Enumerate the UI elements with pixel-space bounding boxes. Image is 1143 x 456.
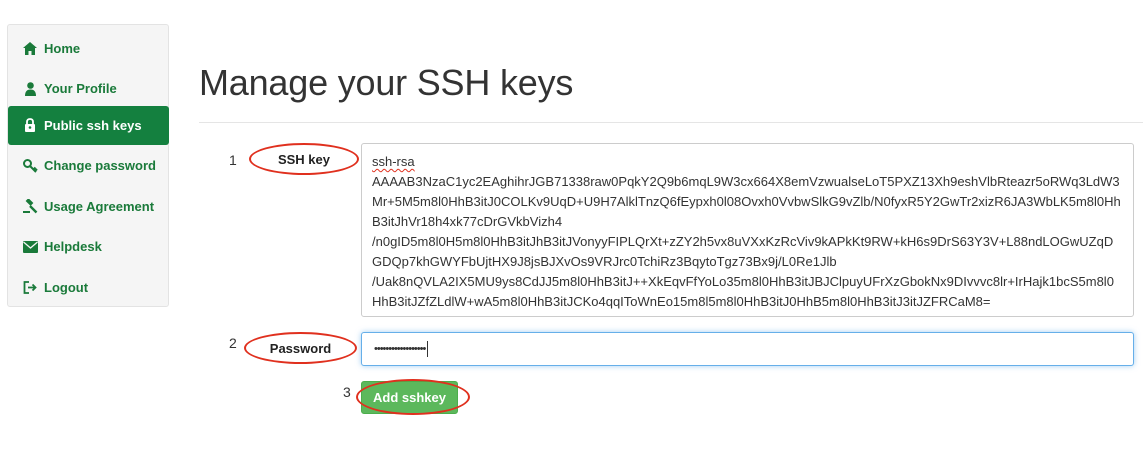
sidebar-item-label: Change password xyxy=(44,158,156,173)
sign-out-icon xyxy=(22,280,38,296)
text-caret xyxy=(427,341,429,357)
ssh-key-textarea[interactable]: ssh-rsa AAAAB3NzaC1yc2EAghihrJGB71338raw… xyxy=(361,143,1134,317)
add-sshkey-button[interactable]: Add sshkey xyxy=(361,381,458,414)
gavel-icon xyxy=(22,199,38,215)
sidebar-item-change-password[interactable]: Change password xyxy=(8,146,168,185)
sidebar-item-label: Your Profile xyxy=(44,81,117,96)
key-lock-icon xyxy=(22,118,38,134)
sidebar-item-label: Helpdesk xyxy=(44,239,102,254)
ssh-key-label: SSH key xyxy=(249,143,359,175)
sidebar-item-profile[interactable]: Your Profile xyxy=(8,69,168,108)
key-icon xyxy=(22,158,38,174)
title-divider xyxy=(199,122,1143,123)
sidebar-item-label: Logout xyxy=(44,280,89,295)
envelope-icon xyxy=(22,239,38,255)
ssh-key-label-text: SSH key xyxy=(277,151,331,167)
sidebar-item-home[interactable]: Home xyxy=(8,29,168,68)
sidebar-item-usage-agreement[interactable]: Usage Agreement xyxy=(8,187,168,226)
sidebar-item-logout[interactable]: Logout xyxy=(8,268,168,307)
step-number-3: 3 xyxy=(343,384,351,400)
home-icon xyxy=(22,41,38,57)
password-label: Password xyxy=(244,332,357,364)
step-number-1: 1 xyxy=(229,152,237,168)
sidebar-item-label: Usage Agreement xyxy=(44,199,155,214)
step-number-2: 2 xyxy=(229,335,237,351)
password-input[interactable]: •••••••••••••••••• xyxy=(361,332,1134,366)
user-icon xyxy=(22,81,38,97)
password-masked-value: •••••••••••••••••• xyxy=(374,343,426,355)
sidebar-nav: Home Your Profile Public ssh keys Change… xyxy=(7,24,169,307)
sidebar-item-public-ssh-keys[interactable]: Public ssh keys xyxy=(8,106,169,145)
ssh-key-type: ssh-rsa xyxy=(372,154,415,169)
ssh-key-body: AAAAB3NzaC1yc2EAghihrJGB71338raw0PqkY2Q9… xyxy=(372,174,1121,309)
sidebar-item-label: Public ssh keys xyxy=(44,118,142,133)
password-label-text: Password xyxy=(269,340,332,356)
page-title: Manage your SSH keys xyxy=(199,62,574,103)
sidebar-item-label: Home xyxy=(44,41,81,56)
sidebar-item-helpdesk[interactable]: Helpdesk xyxy=(8,227,168,266)
